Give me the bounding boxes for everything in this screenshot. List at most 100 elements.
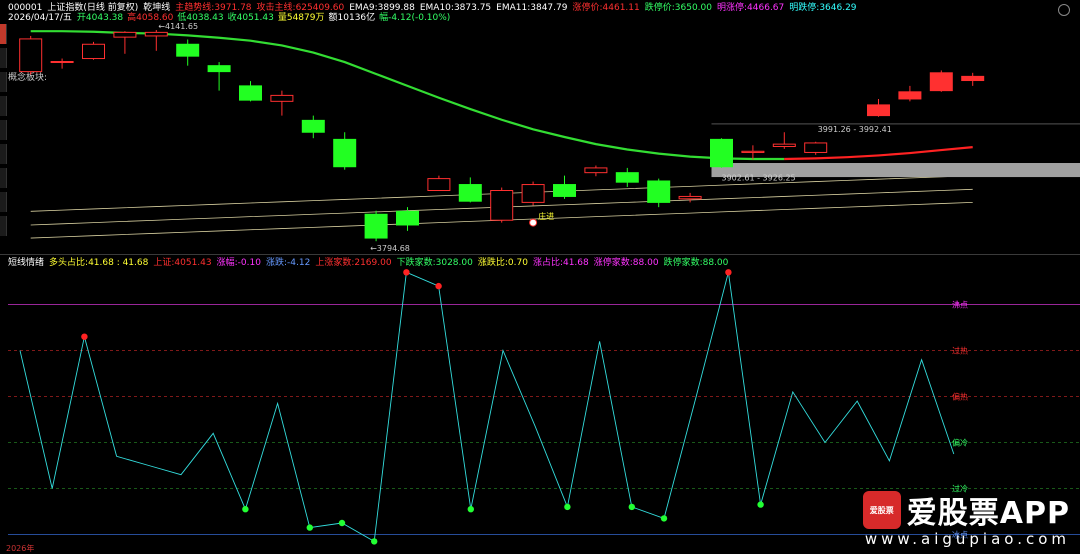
candle-body: [50, 61, 74, 64]
level-label: 过热: [952, 346, 968, 356]
candle-body: [961, 75, 985, 82]
zhuang-marker: [529, 218, 538, 227]
candle: [270, 90, 294, 116]
candle: [772, 132, 796, 149]
extreme-point: [660, 515, 668, 522]
candle-body: [678, 195, 702, 200]
candle: [427, 175, 451, 192]
header-indicator-value: 3650.00: [674, 3, 712, 13]
candle: [82, 41, 105, 60]
candle-body: [521, 184, 545, 203]
level-label: 偏冷: [952, 438, 968, 448]
candle: [207, 62, 231, 91]
candle-body: [804, 142, 828, 153]
candle: [929, 70, 953, 92]
candle-body: [270, 94, 294, 102]
header-indicator-item: 明涨停:4466.67: [717, 2, 784, 14]
watermark-title: 爱股票APP: [906, 496, 1070, 531]
extreme-point: [306, 524, 313, 531]
candle: [458, 177, 482, 203]
candlestick-chart[interactable]: ←4141.65 ←3794.68 庄进 3991.26 - 3992.41 3902.…: [0, 22, 1080, 254]
candle: [584, 165, 608, 177]
candle: [239, 81, 262, 102]
header-indicator-value: 3847.79: [530, 3, 568, 13]
settings-icon[interactable]: [1058, 4, 1070, 16]
candle-body: [239, 85, 262, 101]
header-indicator-value: 3873.75: [453, 3, 492, 13]
extreme-point: [725, 269, 732, 276]
candle-body: [929, 72, 953, 92]
extreme-point: [81, 333, 88, 340]
header-indicator-value: 3646.29: [819, 3, 857, 13]
candle-body: [741, 150, 765, 153]
candle-body: [490, 190, 514, 221]
candle: [364, 210, 388, 242]
candle-body: [333, 138, 357, 168]
header-indicator-label: 跌停价:: [644, 3, 675, 13]
header-indicator-item: 涨停价:4461.11: [572, 2, 639, 14]
candle: [804, 141, 828, 155]
candle: [741, 145, 765, 160]
band-lower-label: 3902.61 - 3926.25: [722, 173, 796, 182]
extreme-point: [628, 503, 635, 511]
candle-body: [427, 178, 451, 192]
extreme-point: [371, 538, 378, 545]
candle-body: [458, 184, 482, 202]
extreme-point: [242, 506, 249, 513]
candle: [50, 58, 74, 69]
candle-body: [113, 31, 137, 38]
candle: [144, 30, 168, 51]
extreme-point: [757, 501, 764, 508]
candle-body: [19, 38, 43, 73]
app-logo: 爱股票: [862, 491, 901, 529]
candle-body: [898, 91, 922, 100]
extreme-point: [435, 282, 442, 290]
watermark: 爱股票 爱股票APP www.aigupiao.com: [862, 488, 1070, 548]
high-price-label: ←4141.65: [158, 22, 198, 31]
candle-body: [553, 184, 576, 197]
main-trend-line-green: [30, 30, 785, 161]
candle: [961, 72, 985, 86]
level-label: 偏热: [952, 392, 968, 402]
header-indicator-value: 4461.11: [602, 3, 640, 13]
extreme-point: [467, 506, 474, 513]
zhuang-label: 庄进: [538, 211, 554, 221]
header-indicator-item: EMA11:3847.79: [496, 2, 567, 14]
candle-body: [647, 180, 671, 203]
header-indicator-item: 跌停价:3650.00: [645, 2, 712, 14]
candle-body: [364, 213, 388, 239]
candle-body: [207, 65, 231, 73]
x-axis-date: 2026年: [6, 544, 35, 553]
header-indicator-label: 明涨停:: [717, 3, 748, 13]
candle-body: [396, 210, 419, 226]
band-upper-label: 3991.26 - 3992.41: [818, 125, 892, 134]
candle: [19, 35, 43, 75]
candle-body: [301, 119, 325, 133]
extreme-point: [403, 269, 410, 276]
candle-body: [144, 31, 168, 37]
candle: [710, 138, 733, 168]
sentiment-line: [19, 271, 955, 543]
header-indicator-label: 明跌停:: [789, 3, 820, 13]
header-indicator-value: 4466.67: [747, 3, 785, 13]
candle: [521, 181, 545, 206]
candle-body: [584, 167, 608, 174]
low-price-label: ←3794.68: [370, 244, 410, 253]
candle-body: [82, 43, 105, 60]
candle: [333, 132, 357, 170]
panel-divider[interactable]: [0, 254, 1080, 255]
header-indicator-label: 涨停价:: [572, 3, 603, 13]
header-indicator-label: EMA11:: [496, 3, 531, 13]
extreme-point: [338, 519, 346, 527]
candle-body: [867, 104, 890, 117]
candle: [176, 39, 200, 66]
header-indicator-item: 明跌停:3646.29: [789, 2, 856, 14]
candle-body: [710, 138, 733, 168]
candle-body: [176, 43, 200, 57]
extreme-point: [564, 503, 571, 511]
candle: [647, 178, 671, 208]
candle: [553, 175, 576, 199]
candle: [867, 98, 890, 117]
candle: [615, 167, 639, 187]
candle: [113, 31, 137, 54]
